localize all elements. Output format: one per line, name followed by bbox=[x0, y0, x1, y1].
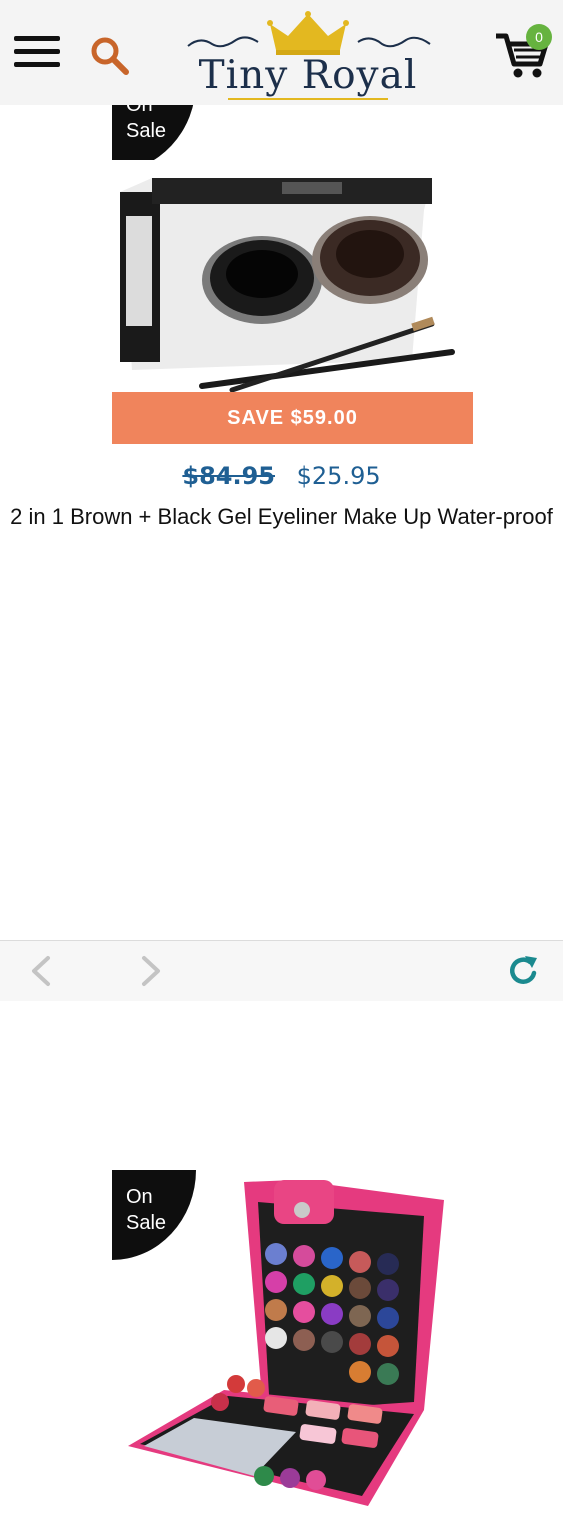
ribbon-line: On bbox=[126, 1186, 153, 1208]
search-icon[interactable] bbox=[88, 34, 132, 78]
price-row: $84.95 $25.95 bbox=[0, 462, 563, 490]
refresh-icon[interactable] bbox=[505, 953, 541, 989]
back-arrow-icon[interactable] bbox=[26, 955, 56, 987]
original-price: $84.95 bbox=[182, 462, 275, 490]
menu-bar bbox=[14, 62, 60, 67]
sale-price: $25.95 bbox=[296, 462, 381, 490]
ribbon-line: Sale bbox=[126, 1212, 167, 1234]
menu-bar bbox=[14, 49, 60, 54]
browser-bottom-bar bbox=[0, 940, 563, 1001]
ribbon-line: Sale bbox=[126, 120, 167, 142]
cart-count-badge[interactable]: 0 bbox=[526, 24, 552, 50]
crown-icon bbox=[187, 11, 431, 55]
product-title[interactable]: 2 in 1 Brown + Black Gel Eyeliner Make U… bbox=[10, 500, 553, 534]
menu-bar bbox=[14, 36, 60, 41]
hamburger-menu-icon[interactable] bbox=[14, 36, 60, 70]
save-amount-banner: SAVE $59.00 bbox=[112, 392, 473, 444]
app-header: Tiny Royal bbox=[0, 0, 563, 105]
eyeliner-kit-image[interactable] bbox=[112, 160, 472, 392]
brand-name: Tiny Royal bbox=[198, 53, 418, 98]
brand-logo[interactable]: Tiny Royal bbox=[168, 10, 448, 102]
forward-arrow-icon[interactable] bbox=[136, 955, 166, 987]
logo-underline-ornament bbox=[228, 98, 388, 100]
product-card[interactable]: On Sale bbox=[0, 580, 563, 1506]
